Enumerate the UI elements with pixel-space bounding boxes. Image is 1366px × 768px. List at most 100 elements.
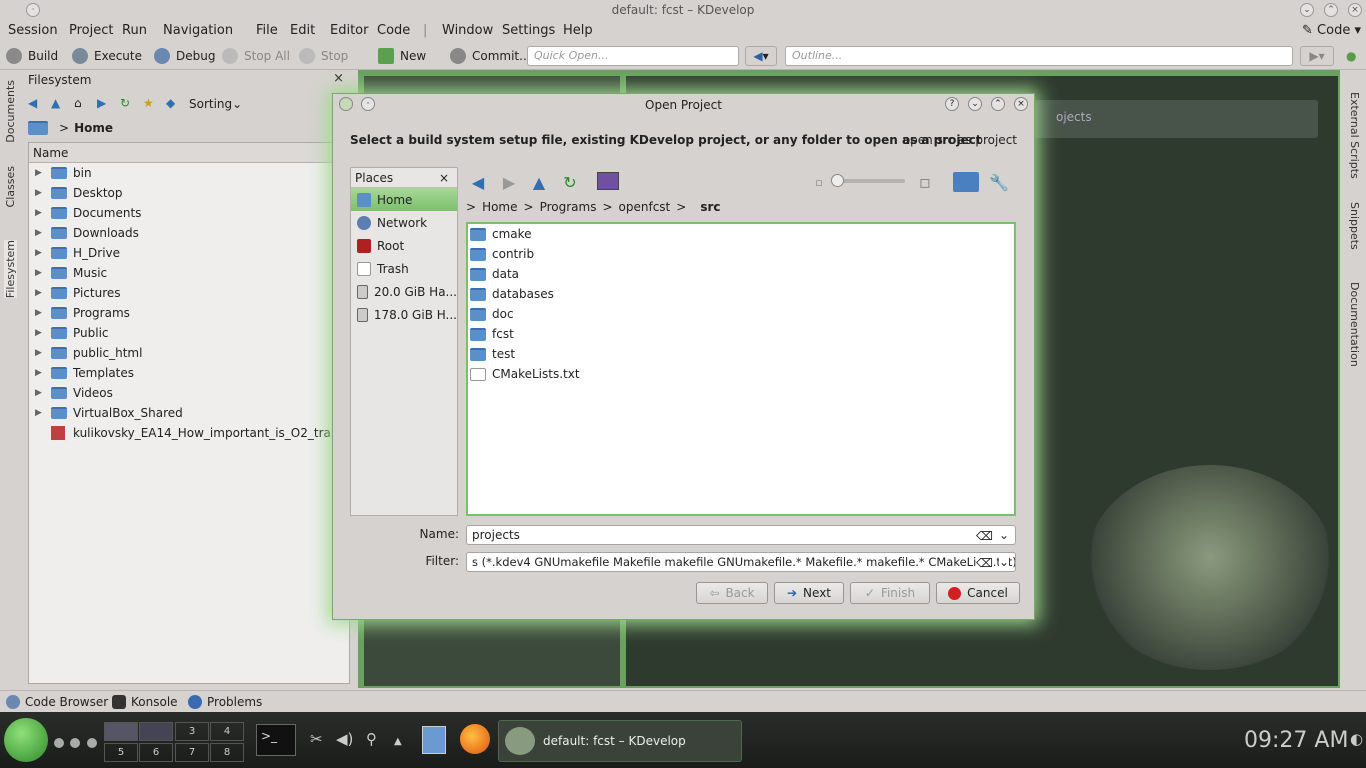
folder-row[interactable]: fcst — [468, 324, 1014, 344]
tree-folder-row[interactable]: ▶ H_Drive — [29, 243, 349, 263]
place-network[interactable]: Network — [351, 211, 457, 234]
stop-button[interactable]: Stop — [299, 46, 348, 66]
expand-arrow-icon[interactable]: ▶ — [35, 208, 45, 218]
tree-folder-row[interactable]: ▶ Public — [29, 323, 349, 343]
expand-arrow-icon[interactable]: ▶ — [35, 348, 45, 358]
tab-snippets[interactable]: Snippets — [1348, 202, 1361, 250]
window-menu-icon[interactable]: · — [26, 3, 40, 17]
folder-row[interactable]: test — [468, 344, 1014, 364]
terminal-launcher-icon[interactable]: >_ — [256, 724, 296, 756]
expand-arrow-icon[interactable]: ▶ — [35, 168, 45, 178]
pager-desktop-2[interactable]: 2 — [139, 722, 173, 741]
menu-session[interactable]: Session — [8, 23, 58, 38]
dialog-menu-icon[interactable]: · — [361, 97, 375, 111]
menu-help[interactable]: Help — [563, 23, 593, 38]
menu-file[interactable]: File — [256, 23, 278, 38]
zoom-slider[interactable] — [831, 174, 905, 187]
folder-row[interactable]: data — [468, 264, 1014, 284]
tree-folder-row[interactable]: ▶ Documents — [29, 203, 349, 223]
clock[interactable]: 09:27 AM — [1244, 728, 1348, 753]
close-panel-icon[interactable]: × — [333, 71, 344, 86]
new-button[interactable]: New — [378, 46, 426, 66]
back-button[interactable]: ⇦ Back — [696, 582, 768, 604]
menu-settings[interactable]: Settings — [502, 23, 555, 38]
dialog-minimize-icon[interactable]: ⌄ — [968, 97, 982, 111]
tree-folder-row[interactable]: ▶ Pictures — [29, 283, 349, 303]
tree-folder-row[interactable]: ▶ Programs — [29, 303, 349, 323]
tab-documentation[interactable]: Documentation — [1348, 282, 1361, 367]
tree-folder-row[interactable]: ▶ public_html — [29, 343, 349, 363]
tree-folder-row[interactable]: ▶ Music — [29, 263, 349, 283]
maximize-icon[interactable]: ⌃ — [1324, 3, 1338, 17]
expand-arrow-icon[interactable]: ▶ — [35, 328, 45, 338]
expand-arrow-icon[interactable]: ▶ — [35, 268, 45, 278]
tab-code-browser[interactable]: Code Browser — [6, 695, 108, 709]
tree-folder-row[interactable]: ▶ Videos — [29, 383, 349, 403]
tab-documents[interactable]: Documents — [4, 80, 17, 143]
pager-desktop-6[interactable]: 6 — [139, 743, 173, 762]
tab-classes[interactable]: Classes — [4, 166, 17, 207]
app-launcher-icon[interactable] — [4, 718, 48, 762]
options-wrench-icon[interactable]: 🔧 — [989, 172, 1009, 192]
menu-edit[interactable]: Edit — [290, 23, 315, 38]
clear-input-icon[interactable]: ⌫ — [976, 554, 993, 571]
firefox-icon[interactable] — [460, 724, 490, 754]
bookmark-icon[interactable]: ★ — [143, 96, 159, 112]
place-root[interactable]: Root — [351, 234, 457, 257]
menu-run[interactable]: Run — [122, 23, 147, 38]
code-area-switch[interactable]: ✎ Code ▾ — [1302, 23, 1361, 38]
expand-arrow-icon[interactable]: ▶ — [35, 308, 45, 318]
places-close-icon[interactable]: × — [439, 168, 449, 188]
crumb-home[interactable]: Home — [482, 200, 517, 214]
place-home[interactable]: Home — [351, 188, 457, 211]
menu-code[interactable]: Code — [377, 23, 410, 38]
dialog-app-icon[interactable] — [339, 97, 353, 111]
close-icon[interactable]: × — [1348, 3, 1362, 17]
dialog-maximize-icon[interactable]: ⌃ — [991, 97, 1005, 111]
activity-dot[interactable] — [54, 738, 64, 748]
tab-problems[interactable]: Problems — [188, 695, 262, 709]
next-button[interactable]: ➔ Next — [774, 582, 844, 604]
expand-arrow-icon[interactable]: ▶ — [35, 188, 45, 198]
activity-dot[interactable] — [87, 738, 97, 748]
outline-input[interactable]: Outline... — [785, 46, 1293, 66]
folder-row[interactable]: contrib — [468, 244, 1014, 264]
menu-editor[interactable]: Editor — [330, 23, 368, 38]
folder-row[interactable]: doc — [468, 304, 1014, 324]
sorting-dropdown[interactable]: Sorting⌄ — [189, 97, 242, 111]
taskbar-task-kdevelop[interactable]: default: fcst – KDevelop — [498, 720, 742, 762]
expand-arrow-icon[interactable]: ▶ — [35, 368, 45, 378]
tree-folder-row[interactable]: ▶ Templates — [29, 363, 349, 383]
minimize-icon[interactable]: ⌄ — [1300, 3, 1314, 17]
stop-all-button[interactable]: Stop All — [222, 46, 290, 66]
breadcrumb-home[interactable]: Home — [74, 121, 113, 135]
tree-file-row[interactable]: kulikovsky_EA14_How_important_is_O2_tran… — [29, 423, 349, 443]
place-drive-20[interactable]: 20.0 GiB Ha... — [351, 280, 457, 303]
pager-desktop-5[interactable]: 5 — [104, 743, 138, 762]
zoom-slider-knob[interactable] — [831, 174, 844, 187]
tab-filesystem[interactable]: Filesystem — [4, 240, 17, 299]
finish-button[interactable]: ✓ Finish — [850, 582, 930, 604]
home-icon[interactable]: ⌂ — [74, 96, 90, 112]
folder-row[interactable]: databases — [468, 284, 1014, 304]
expand-arrow-icon[interactable]: ▶ — [35, 288, 45, 298]
menu-window[interactable]: Window — [442, 23, 493, 38]
debug-button[interactable]: Debug — [154, 46, 215, 66]
forward-nav-dropdown[interactable]: ▶ ▾ — [1300, 46, 1334, 66]
reload-icon[interactable]: ↻ — [120, 96, 136, 112]
tree-column-name[interactable]: Name — [29, 143, 349, 163]
crumb-programs[interactable]: Programs — [540, 200, 597, 214]
volume-icon[interactable]: ◀) — [336, 730, 353, 748]
file-row-cmakelists[interactable]: CMakeLists.txt — [468, 364, 1014, 384]
execute-button[interactable]: Execute — [72, 46, 142, 66]
panel-toolbox-icon[interactable]: ◐ — [1350, 730, 1363, 748]
place-drive-178[interactable]: 178.0 GiB H... — [351, 303, 457, 326]
clear-input-icon[interactable]: ⌫ — [976, 527, 993, 544]
commit-button[interactable]: Commit... — [450, 46, 531, 66]
sync-icon[interactable]: ◆ — [166, 96, 182, 112]
pager-desktop-7[interactable]: 7 — [175, 743, 209, 762]
cancel-button[interactable]: Cancel — [936, 582, 1020, 604]
help-icon[interactable]: ? — [945, 97, 959, 111]
preview-icon[interactable] — [597, 172, 619, 190]
back-icon[interactable]: ◀ — [28, 96, 44, 112]
